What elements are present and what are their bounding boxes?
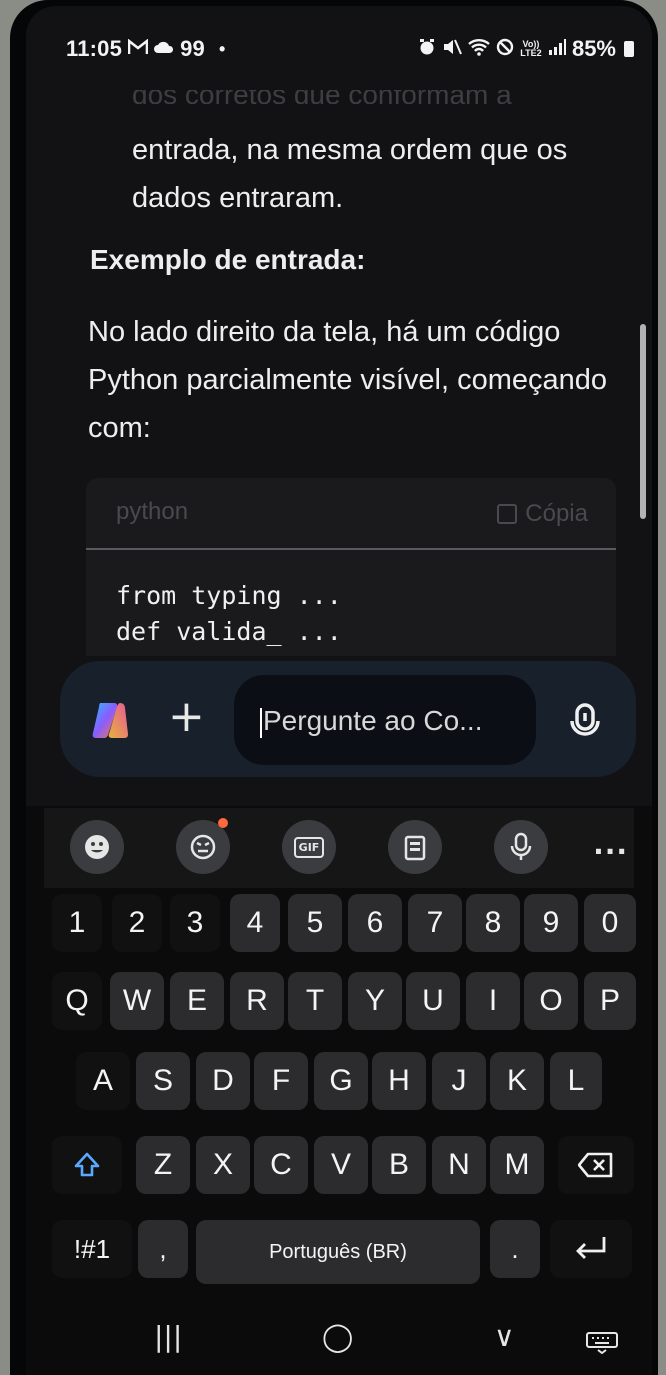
- enter-icon[interactable]: [550, 1220, 632, 1278]
- response-paragraph-2: No lado direito da tela, há um código Py…: [88, 316, 608, 444]
- back-button[interactable]: ∨: [494, 1320, 515, 1353]
- key-m[interactable]: M: [490, 1136, 544, 1194]
- key-c[interactable]: C: [254, 1136, 308, 1194]
- mute-icon: [442, 38, 462, 61]
- key-y[interactable]: Y: [348, 972, 402, 1030]
- notification-count: 99: [180, 36, 205, 61]
- text-caret: [260, 707, 262, 738]
- key-z[interactable]: Z: [136, 1136, 190, 1194]
- status-bar: 11:05 99 • Vo)) LTE2 85%: [26, 6, 652, 86]
- recents-button[interactable]: |||: [154, 1320, 182, 1353]
- key-h[interactable]: H: [372, 1052, 426, 1110]
- status-left: 11:05 99 •: [66, 36, 225, 62]
- code-content: from typing ... def valida_ ...: [116, 578, 342, 650]
- key-q[interactable]: Q: [52, 972, 102, 1030]
- key-g[interactable]: G: [314, 1052, 368, 1110]
- key-3[interactable]: 3: [170, 894, 220, 952]
- space-bar[interactable]: Português (BR): [196, 1220, 480, 1284]
- battery-icon: [624, 41, 634, 57]
- symbols-key[interactable]: !#1: [52, 1220, 132, 1278]
- key-4[interactable]: 4: [230, 894, 280, 952]
- key-8[interactable]: 8: [466, 894, 520, 952]
- copilot-logo-icon[interactable]: [90, 699, 132, 741]
- key-a[interactable]: A: [76, 1052, 130, 1110]
- clipboard-icon[interactable]: [388, 820, 442, 874]
- key-6[interactable]: 6: [348, 894, 402, 952]
- chat-scrollbar[interactable]: [640, 324, 646, 519]
- add-attachment-button[interactable]: +: [168, 689, 205, 745]
- key-x[interactable]: X: [196, 1136, 250, 1194]
- voice-input-icon[interactable]: [494, 820, 548, 874]
- emoji-icon[interactable]: [70, 820, 124, 874]
- message-composer: + Pergunte ao Co...: [60, 661, 636, 777]
- volte-icon: Vo)) LTE2: [520, 39, 542, 58]
- home-button[interactable]: ◯: [322, 1320, 353, 1353]
- copy-label: Cópia: [525, 500, 588, 527]
- key-s[interactable]: S: [136, 1052, 190, 1110]
- faded-text-line: dos corretos que conformam a: [132, 90, 512, 104]
- key-5[interactable]: 5: [288, 894, 342, 952]
- section-heading: Exemplo de entrada:: [90, 244, 366, 275]
- more-notifications-dot: •: [218, 38, 226, 59]
- message-input-placeholder: Pergunte ao Co...: [260, 705, 482, 738]
- key-v[interactable]: V: [314, 1136, 368, 1194]
- gif-icon[interactable]: GIF: [282, 820, 336, 874]
- key-u[interactable]: U: [406, 972, 460, 1030]
- on-screen-keyboard: GIF ... 1 2 3 4 5 6 7 8 9 0 Q W E R T Y …: [26, 806, 652, 1375]
- key-p[interactable]: P: [584, 972, 636, 1030]
- code-language-label: python: [116, 498, 189, 525]
- key-k[interactable]: K: [490, 1052, 544, 1110]
- keyboard-toolbar: GIF ...: [44, 808, 634, 888]
- keyboard-hide-icon[interactable]: [586, 1328, 618, 1361]
- code-block: python Cópia from typing ... def valida_ …: [86, 478, 616, 656]
- key-o[interactable]: O: [524, 972, 578, 1030]
- shift-icon[interactable]: [52, 1136, 122, 1194]
- key-t[interactable]: T: [288, 972, 342, 1030]
- clock: 11:05: [66, 36, 123, 61]
- key-l[interactable]: L: [550, 1052, 602, 1110]
- alarm-icon: [418, 38, 436, 61]
- backspace-icon[interactable]: [558, 1136, 634, 1194]
- key-7[interactable]: 7: [408, 894, 462, 952]
- gmail-icon: [127, 37, 149, 60]
- new-sticker-badge: [218, 818, 228, 828]
- signal-icon: [548, 38, 566, 61]
- code-line: from typing ...: [116, 581, 342, 610]
- key-j[interactable]: J: [432, 1052, 486, 1110]
- message-input[interactable]: Pergunte ao Co...: [234, 675, 536, 765]
- code-line: def valida_ ...: [116, 617, 342, 646]
- key-f[interactable]: F: [254, 1052, 308, 1110]
- battery-percent: 85%: [571, 36, 616, 61]
- cloud-icon: [154, 39, 174, 60]
- sticker-icon[interactable]: [176, 820, 230, 874]
- code-block-header: python Cópia: [86, 478, 616, 550]
- microphone-icon[interactable]: [565, 701, 605, 741]
- key-1[interactable]: 1: [52, 894, 102, 952]
- key-r[interactable]: R: [230, 972, 284, 1030]
- key-e[interactable]: E: [170, 972, 224, 1030]
- wifi-icon: [468, 38, 490, 61]
- phone-bezel: 11:05 99 • Vo)) LTE2 85% entrada, na mes…: [10, 0, 658, 1375]
- more-icon[interactable]: ...: [593, 828, 628, 861]
- key-b[interactable]: B: [372, 1136, 426, 1194]
- blocked-icon: [496, 38, 514, 61]
- key-0[interactable]: 0: [584, 894, 636, 952]
- key-2[interactable]: 2: [112, 894, 162, 952]
- gif-label: GIF: [293, 836, 325, 858]
- key-i[interactable]: I: [466, 972, 520, 1030]
- copy-code-button[interactable]: Cópia: [497, 500, 588, 528]
- chat-content: dos corretos que conformam a entrada, na…: [26, 86, 652, 656]
- status-right: Vo)) LTE2 85%: [418, 36, 634, 62]
- response-paragraph-1: entrada, na mesma ordem que os dados ent…: [132, 134, 568, 214]
- system-navigation-bar: ||| ◯ ∨: [26, 1306, 652, 1375]
- key-9[interactable]: 9: [524, 894, 578, 952]
- key-w[interactable]: W: [110, 972, 164, 1030]
- phone-screen: 11:05 99 • Vo)) LTE2 85% entrada, na mes…: [26, 6, 652, 1375]
- period-key[interactable]: .: [490, 1220, 540, 1278]
- placeholder-text: Pergunte ao Co...: [263, 705, 483, 736]
- key-d[interactable]: D: [196, 1052, 250, 1110]
- key-n[interactable]: N: [432, 1136, 486, 1194]
- comma-key[interactable]: ,: [138, 1220, 188, 1278]
- copy-icon: [497, 504, 518, 524]
